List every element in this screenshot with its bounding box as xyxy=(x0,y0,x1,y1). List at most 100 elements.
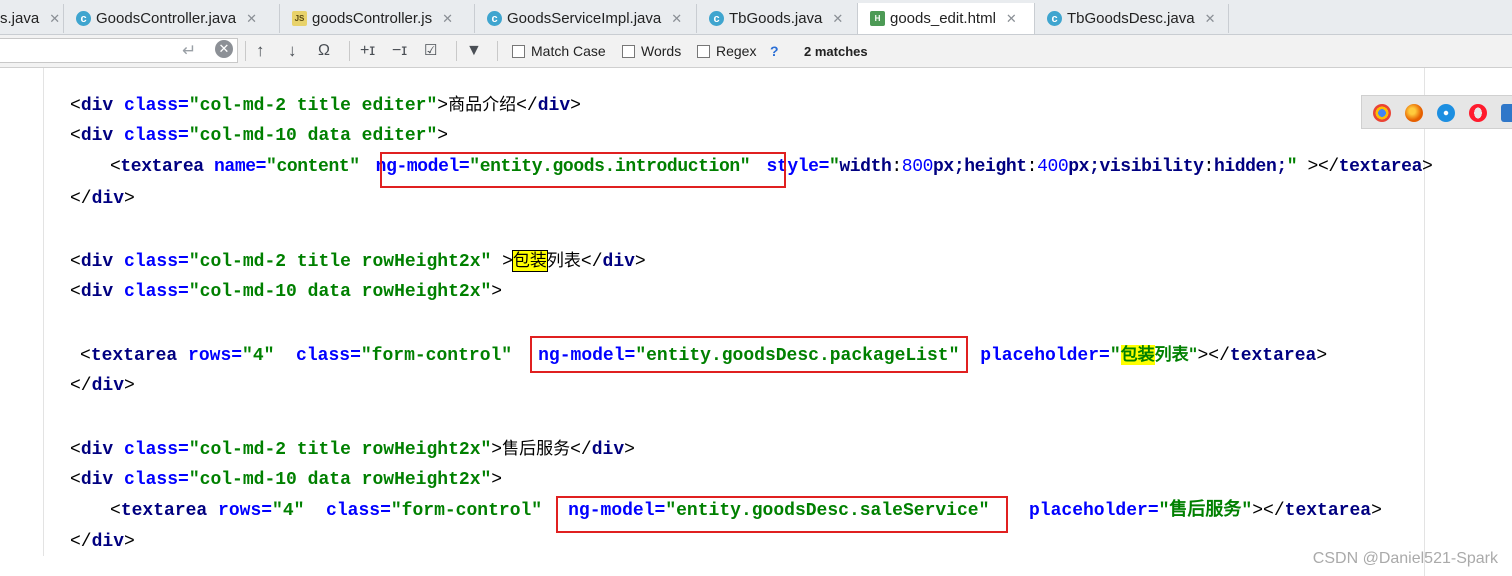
code-token: " xyxy=(828,157,840,177)
close-icon[interactable]: ✕ xyxy=(832,11,843,27)
code-token: textarea xyxy=(1338,157,1423,177)
java-class-icon: c xyxy=(487,11,502,26)
code-token: class= xyxy=(274,346,361,366)
code-token: : xyxy=(1026,157,1038,177)
code-token: "content" xyxy=(266,157,360,177)
tab-tbgoodsdesc-java[interactable]: c TbGoodsDesc.java ✕ xyxy=(1035,4,1229,33)
code-line-5: <div class="col-md-2 title rowHeight2x" … xyxy=(70,248,646,275)
code-token: name= xyxy=(203,157,267,177)
checkbox-box[interactable] xyxy=(622,44,635,58)
add-selection-icon[interactable]: +ɪ xyxy=(360,41,375,61)
close-icon[interactable]: ✕ xyxy=(1006,11,1017,27)
tab-s-java[interactable]: s.java ✕ xyxy=(0,4,64,33)
checkbox-box[interactable] xyxy=(512,44,525,58)
code-token: textarea xyxy=(1229,346,1317,366)
match-case-checkbox[interactable]: Match Case xyxy=(512,43,606,59)
code-token: ></ xyxy=(1252,501,1285,521)
filter-icon[interactable]: ▼ xyxy=(466,41,482,61)
firefox-icon[interactable] xyxy=(1405,104,1423,122)
code-token: ></ xyxy=(1297,157,1340,177)
code-token: class= xyxy=(113,96,189,116)
code-token: hidden; xyxy=(1213,157,1287,177)
checkbox-box[interactable] xyxy=(697,44,710,58)
separator xyxy=(349,41,350,61)
ie-icon[interactable] xyxy=(1501,104,1512,122)
code-editor[interactable]: <div class="col-md-2 title editer">商品介绍<… xyxy=(0,68,1512,576)
annotation-box-introduction xyxy=(380,152,786,188)
code-line-9: <div class="col-md-2 title rowHeight2x">… xyxy=(70,436,635,463)
tab-goodscontroller-js[interactable]: JS goodsController.js ✕ xyxy=(280,4,475,33)
close-icon[interactable]: ✕ xyxy=(671,11,682,27)
code-line-2: <div class="col-md-10 data editer"> xyxy=(70,123,448,150)
clear-search-icon[interactable]: ✕ xyxy=(215,40,233,58)
code-token: "col-md-10 data rowHeight2x" xyxy=(188,282,492,302)
code-line-12: </div> xyxy=(70,529,135,556)
close-icon[interactable]: ✕ xyxy=(1205,11,1216,27)
chrome-icon[interactable] xyxy=(1373,104,1391,122)
code-token: > xyxy=(624,440,635,460)
code-token: "col-md-2 title rowHeight2x" xyxy=(188,252,492,272)
watermark: CSDN @Daniel521-Spark xyxy=(1312,550,1498,567)
search-input[interactable] xyxy=(0,38,238,63)
right-margin-guide xyxy=(1424,68,1425,576)
regex-label: Regex xyxy=(716,43,757,59)
code-token: > xyxy=(1371,501,1382,521)
code-token: > xyxy=(491,252,513,272)
select-all-occurrences-icon[interactable]: ☑ xyxy=(424,41,437,61)
close-icon[interactable]: ✕ xyxy=(246,11,257,27)
tab-label: s.java xyxy=(0,10,40,27)
find-all-icon[interactable]: Ω xyxy=(318,41,330,61)
code-token: placeholder= xyxy=(1007,501,1159,521)
words-checkbox[interactable]: Words xyxy=(622,43,681,59)
regex-help-link[interactable]: ? xyxy=(770,43,779,59)
code-line-1: <div class="col-md-2 title editer">商品介绍<… xyxy=(70,92,581,119)
code-token: </ xyxy=(70,532,92,552)
code-token: : xyxy=(891,157,902,177)
code-token: visibility xyxy=(1099,157,1204,177)
match-count: 2 matches xyxy=(804,44,868,59)
close-icon[interactable]: ✕ xyxy=(442,11,453,27)
search-match-highlight: 包装 xyxy=(511,250,548,272)
safari-icon[interactable] xyxy=(1437,104,1455,122)
code-token: > xyxy=(437,96,449,116)
code-token: class= xyxy=(113,440,189,460)
code-token: < xyxy=(70,96,81,116)
code-token: </ xyxy=(516,96,538,116)
code-token: width xyxy=(839,157,892,177)
code-token: div xyxy=(80,96,114,116)
tab-goodscontroller-java[interactable]: c GoodsController.java ✕ xyxy=(64,4,280,33)
code-token: div xyxy=(537,96,571,116)
code-token: ></ xyxy=(1197,346,1230,366)
code-token: " xyxy=(1109,346,1121,366)
code-token: div xyxy=(80,126,114,146)
code-token: class= xyxy=(113,282,189,302)
regex-checkbox[interactable]: Regex xyxy=(697,43,756,59)
tab-label: goodsController.js xyxy=(312,10,433,27)
code-token: > xyxy=(634,252,646,272)
code-token: < xyxy=(70,440,81,460)
next-occurrence-icon[interactable]: ↓ xyxy=(288,41,297,61)
tab-tbgoods-java[interactable]: c TbGoods.java ✕ xyxy=(697,4,858,33)
tab-label: goods_edit.html xyxy=(890,10,996,27)
opera-icon[interactable] xyxy=(1469,104,1487,122)
tab-goods-edit-html[interactable]: H goods_edit.html ✕ xyxy=(857,3,1035,34)
tab-label: TbGoodsDesc.java xyxy=(1067,10,1195,27)
code-token: "form-control" xyxy=(360,346,513,366)
code-token: "form-control" xyxy=(390,501,543,521)
tab-goodsserviceimpl-java[interactable]: c GoodsServiceImpl.java ✕ xyxy=(475,4,697,33)
code-token: < xyxy=(70,470,81,490)
html-file-icon: H xyxy=(870,11,885,26)
code-token: div xyxy=(80,252,114,272)
code-token: < xyxy=(80,346,91,366)
code-token: </ xyxy=(580,252,603,272)
code-token: "col-md-2 title editer" xyxy=(188,96,438,116)
code-token: rows= xyxy=(207,501,273,521)
close-icon[interactable]: ✕ xyxy=(49,11,60,27)
indent-guide xyxy=(43,68,44,556)
previous-occurrence-icon[interactable]: ↑ xyxy=(256,41,265,61)
code-line-8: </div> xyxy=(70,373,135,400)
code-token: > xyxy=(491,440,503,460)
code-token: > xyxy=(1316,346,1328,366)
remove-selection-icon[interactable]: −ɪ xyxy=(392,41,407,61)
enter-icon[interactable]: ↵ xyxy=(182,41,196,61)
